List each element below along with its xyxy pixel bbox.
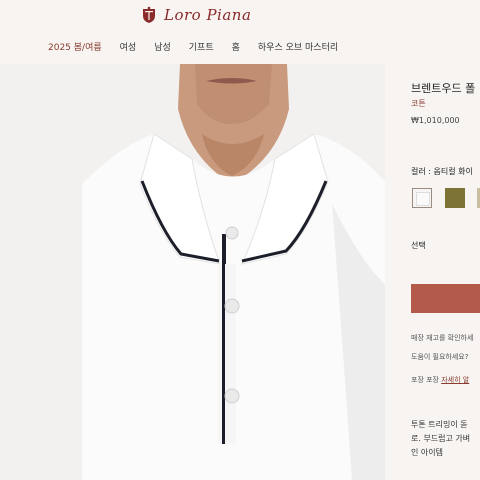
- brand-crest-icon: [143, 6, 155, 23]
- product-title: 브렌트우드 폴: [411, 82, 476, 95]
- product-price: ₩1,010,000: [411, 116, 460, 125]
- description-line: 인 아이템: [411, 448, 443, 457]
- brand-logo[interactable]: Loro Piana: [140, 4, 251, 26]
- nav-item-gifts[interactable]: 기프트: [189, 40, 214, 53]
- color-swatch-optical-white[interactable]: [412, 188, 432, 208]
- product-image-thumbnail-strip: [0, 64, 82, 480]
- nav-item-home[interactable]: 홈: [232, 40, 240, 53]
- packaging-info: 포장 포장 자세히 알: [411, 375, 469, 385]
- product-description: 투톤 트리밍이 돋 로. 부드럽고 가벼 인 아이템: [411, 418, 470, 460]
- nav-item-ss2025[interactable]: 2025 봄/여름: [48, 40, 102, 53]
- nav-item-women[interactable]: 여성: [120, 40, 137, 53]
- add-to-cart-button[interactable]: [411, 284, 480, 313]
- description-line: 투톤 트리밍이 돋: [411, 420, 468, 429]
- nav-item-house-of-mastery[interactable]: 하우스 오브 마스터리: [258, 40, 338, 53]
- nav-item-men[interactable]: 남성: [154, 40, 171, 53]
- product-image-gallery[interactable]: [0, 64, 385, 480]
- help-link[interactable]: 도움이 필요하세요?: [411, 352, 468, 362]
- product-material: 코튼: [411, 99, 426, 108]
- product-detail-panel: 브렌트우드 폴 코튼 ₩1,010,000 컬러 : 옵티컬 화이 선택 매장 …: [385, 64, 480, 480]
- color-label: 컬러 : 옵티컬 화이: [411, 167, 473, 176]
- site-header: Loro Piana 2025 봄/여름 여성 남성 기프트 홈 하우스 오브 …: [0, 0, 480, 65]
- store-stock-link[interactable]: 매장 재고를 확인하세: [411, 333, 473, 343]
- packaging-label: 포장 포장: [411, 376, 439, 384]
- main-nav: 2025 봄/여름 여성 남성 기프트 홈 하우스 오브 마스터리: [48, 40, 338, 53]
- description-line: 로. 부드럽고 가벼: [411, 434, 471, 443]
- selected-swatch-indicator: [416, 192, 430, 206]
- product-photo: [82, 64, 385, 480]
- color-swatch-olive[interactable]: [445, 188, 465, 208]
- size-select[interactable]: 선택: [411, 240, 426, 251]
- packaging-details-link[interactable]: 자세히 알: [441, 376, 469, 384]
- brand-wordmark: Loro Piana: [164, 6, 252, 24]
